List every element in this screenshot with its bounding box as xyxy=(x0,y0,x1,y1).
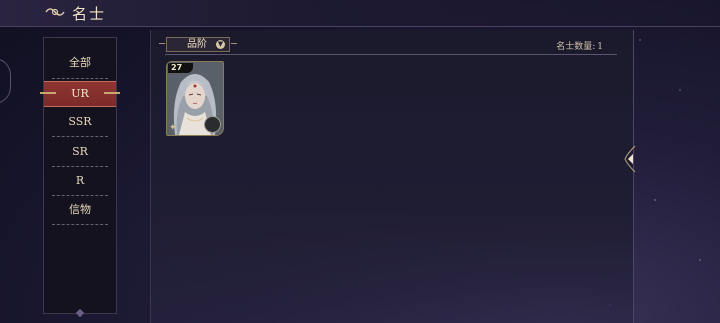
rarity-filter-button[interactable]: 品阶 ▼ xyxy=(159,37,237,52)
category-ssr[interactable]: SSR xyxy=(44,110,116,134)
swirl-icon xyxy=(45,8,65,16)
category-sr[interactable]: SR xyxy=(44,140,116,164)
active-marker-left xyxy=(40,92,56,94)
star-icon: ✦ xyxy=(169,123,177,133)
hero-card[interactable]: 27 ✦ xyxy=(166,61,224,136)
hero-count-label: 名士数量: xyxy=(556,42,596,52)
category-all[interactable]: 全部 xyxy=(44,51,116,75)
divider xyxy=(52,166,108,167)
collapse-arrow-icon[interactable] xyxy=(623,144,637,174)
hero-grid-panel: 品阶 ▼ 名士数量: 1 27 ✦ xyxy=(150,30,634,323)
ur-rarity-icon xyxy=(204,116,221,133)
hero-count: 名士数量: 1 xyxy=(554,39,603,52)
category-ur-label: UR xyxy=(71,87,89,100)
chevron-down-icon: ▼ xyxy=(216,40,225,49)
filter-ornament-left xyxy=(159,43,165,44)
category-list: 全部 UR SSR SR R 信物 xyxy=(40,37,120,318)
hero-level-badge: 27 xyxy=(168,63,193,73)
hero-count-value: 1 xyxy=(597,42,603,52)
category-ur[interactable]: UR xyxy=(40,81,120,107)
divider xyxy=(52,78,108,79)
title-bar: 名士 xyxy=(0,0,720,27)
category-r[interactable]: R xyxy=(44,169,116,193)
rarity-filter-label: 品阶 xyxy=(187,39,207,50)
active-marker-right xyxy=(104,92,120,94)
page-title: 名士 xyxy=(72,5,107,23)
divider xyxy=(165,54,617,55)
divider xyxy=(52,195,108,196)
divider xyxy=(52,224,108,225)
filter-ornament-right xyxy=(231,43,237,44)
divider xyxy=(52,136,108,137)
category-token[interactable]: 信物 xyxy=(44,198,116,222)
